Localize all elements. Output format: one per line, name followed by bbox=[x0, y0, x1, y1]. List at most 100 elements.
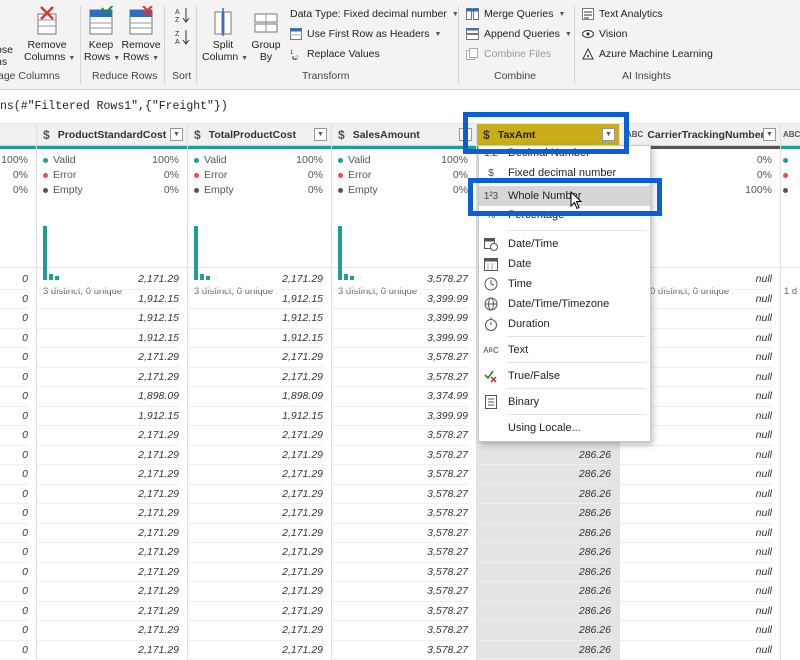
table-cell[interactable]: 0 bbox=[0, 621, 28, 641]
table-cell[interactable]: null bbox=[620, 485, 772, 504]
table-cell[interactable]: 3,578.27 bbox=[332, 504, 468, 524]
combine-files-button[interactable]: Combine Files bbox=[466, 48, 551, 60]
table-cell[interactable]: 2,171.29 bbox=[37, 524, 179, 543]
table-cell[interactable]: 2,171.29 bbox=[188, 524, 323, 543]
table-cell[interactable]: 1,912.15 bbox=[188, 309, 323, 329]
group-by-button[interactable]: Group By bbox=[248, 6, 284, 63]
table-cell[interactable]: 3,578.27 bbox=[332, 543, 468, 563]
table-cell[interactable]: 286.26 bbox=[477, 524, 611, 543]
menu-item-using-locale[interactable]: Using Locale... bbox=[479, 418, 650, 438]
table-cell[interactable]: null bbox=[620, 641, 772, 660]
table-cell[interactable]: 2,171.29 bbox=[37, 465, 179, 485]
table-cell[interactable]: 3,578.27 bbox=[332, 426, 468, 446]
table-cell[interactable]: 3,578.27 bbox=[332, 348, 468, 368]
use-first-row-as-headers-button[interactable]: Use First Row as Headers ▼ bbox=[290, 28, 441, 40]
table-cell[interactable]: 3,578.27 bbox=[332, 621, 468, 641]
table-cell[interactable]: 286.26 bbox=[477, 563, 611, 582]
table-cell[interactable]: null bbox=[620, 504, 772, 524]
table-cell[interactable]: 2,171.29 bbox=[188, 602, 323, 621]
sort-descending-button[interactable]: Z A bbox=[172, 28, 192, 49]
table-cell[interactable]: 1,898.09 bbox=[188, 387, 323, 407]
table-cell[interactable]: 3,578.27 bbox=[332, 641, 468, 660]
table-cell[interactable]: 3,399.99 bbox=[332, 329, 468, 348]
filter-dropdown-icon[interactable]: ▼ bbox=[170, 128, 183, 141]
data-type-dropdown[interactable]: Data Type: Fixed decimal number ▼ bbox=[290, 8, 459, 20]
table-cell[interactable]: 3,578.27 bbox=[332, 602, 468, 621]
remove-columns-button[interactable]: Remove Columns ▼ bbox=[24, 6, 75, 65]
text-analytics-button[interactable]: Text Analytics bbox=[582, 8, 663, 20]
table-cell[interactable]: 0 bbox=[0, 485, 28, 504]
table-cell[interactable]: 1,912.15 bbox=[37, 309, 179, 329]
table-cell[interactable]: 2,171.29 bbox=[37, 485, 179, 504]
menu-item-datetimezone[interactable]: Date/Time/Timezone bbox=[479, 294, 650, 314]
menu-item-true-false[interactable]: True/False bbox=[479, 366, 650, 386]
table-cell[interactable]: 2,171.29 bbox=[188, 563, 323, 582]
column-header-salesamount[interactable]: $ SalesAmount ▼ bbox=[332, 124, 476, 146]
table-cell[interactable]: 2,171.29 bbox=[37, 602, 179, 621]
table-cell[interactable]: 2,171.29 bbox=[188, 270, 323, 290]
table-cell[interactable]: 0 bbox=[0, 543, 28, 563]
table-cell[interactable]: 0 bbox=[0, 446, 28, 465]
table-cell[interactable]: 2,171.29 bbox=[37, 582, 179, 602]
table-cell[interactable]: 286.26 bbox=[477, 602, 611, 621]
vision-button[interactable]: Vision bbox=[582, 28, 627, 40]
table-cell[interactable]: 2,171.29 bbox=[37, 504, 179, 524]
table-cell[interactable]: 0 bbox=[0, 426, 28, 446]
table-cell[interactable]: 1,912.15 bbox=[37, 290, 179, 309]
table-cell[interactable]: 0 bbox=[0, 348, 28, 368]
table-cell[interactable]: 0 bbox=[0, 290, 28, 309]
filter-dropdown-icon[interactable]: ▼ bbox=[314, 128, 327, 141]
azure-ml-button[interactable]: Azure Machine Learning bbox=[582, 48, 713, 60]
column-header[interactable]: ABC bbox=[781, 124, 800, 146]
table-cell[interactable]: 2,171.29 bbox=[188, 504, 323, 524]
replace-values-button[interactable]: 1 2 Replace Values bbox=[290, 48, 380, 60]
table-cell[interactable]: 2,171.29 bbox=[188, 582, 323, 602]
table-cell[interactable]: 3,578.27 bbox=[332, 465, 468, 485]
table-cell[interactable]: 2,171.29 bbox=[188, 426, 323, 446]
remove-rows-button[interactable]: Remove Rows ▼ bbox=[121, 6, 161, 65]
table-cell[interactable]: 286.26 bbox=[477, 485, 611, 504]
choose-columns-button[interactable]: ose ns bbox=[0, 44, 16, 68]
column-header-productstandardcost[interactable]: $ ProductStandardCost ▼ bbox=[37, 124, 187, 146]
table-cell[interactable]: 3,399.99 bbox=[332, 290, 468, 309]
table-cell[interactable]: 2,171.29 bbox=[37, 563, 179, 582]
table-cell[interactable]: 286.26 bbox=[477, 543, 611, 563]
table-cell[interactable]: 3,578.27 bbox=[332, 563, 468, 582]
table-cell[interactable]: 2,171.29 bbox=[37, 446, 179, 465]
text-type-icon[interactable]: ABC bbox=[783, 130, 800, 139]
table-cell[interactable]: 1,912.15 bbox=[37, 407, 179, 426]
currency-type-icon[interactable]: $ bbox=[43, 128, 50, 142]
column-header-totalproductcost[interactable]: $ TotalProductCost ▼ bbox=[188, 124, 331, 146]
table-cell[interactable]: 286.26 bbox=[477, 621, 611, 641]
table-cell[interactable]: 2,171.29 bbox=[37, 270, 179, 290]
table-cell[interactable]: 3,578.27 bbox=[332, 485, 468, 504]
formula-bar[interactable]: ns(#"Filtered Rows1",{"Freight"}) bbox=[0, 90, 800, 124]
table-cell[interactable]: 3,578.27 bbox=[332, 368, 468, 387]
table-cell[interactable]: 2,171.29 bbox=[188, 348, 323, 368]
split-column-button[interactable]: Split Column ▼ bbox=[202, 6, 248, 65]
table-cell[interactable]: 3,578.27 bbox=[332, 582, 468, 602]
table-cell[interactable]: 0 bbox=[0, 602, 28, 621]
table-cell[interactable]: 0 bbox=[0, 524, 28, 543]
table-cell[interactable]: null bbox=[620, 524, 772, 543]
table-cell[interactable]: 2,171.29 bbox=[188, 485, 323, 504]
table-cell[interactable]: 3,374.99 bbox=[332, 387, 468, 407]
table-cell[interactable]: 1,912.15 bbox=[188, 329, 323, 348]
sort-ascending-button[interactable]: A Z bbox=[172, 6, 192, 27]
menu-item-text[interactable]: ABC Text bbox=[479, 340, 650, 360]
table-cell[interactable]: 2,171.29 bbox=[188, 621, 323, 641]
table-cell[interactable]: 2,171.29 bbox=[188, 446, 323, 465]
currency-type-icon[interactable]: $ bbox=[194, 128, 201, 142]
table-cell[interactable]: 286.26 bbox=[477, 582, 611, 602]
table-cell[interactable]: 286.26 bbox=[477, 446, 611, 465]
table-cell[interactable]: 3,578.27 bbox=[332, 524, 468, 543]
table-cell[interactable]: null bbox=[620, 621, 772, 641]
table-cell[interactable]: 286.26 bbox=[477, 641, 611, 660]
table-cell[interactable]: 3,578.27 bbox=[332, 446, 468, 465]
table-cell[interactable]: 1,912.15 bbox=[37, 329, 179, 348]
table-cell[interactable]: null bbox=[620, 602, 772, 621]
table-cell[interactable]: 0 bbox=[0, 270, 28, 290]
table-cell[interactable]: 2,171.29 bbox=[37, 368, 179, 387]
table-cell[interactable]: null bbox=[620, 446, 772, 465]
column-header[interactable] bbox=[0, 124, 36, 146]
